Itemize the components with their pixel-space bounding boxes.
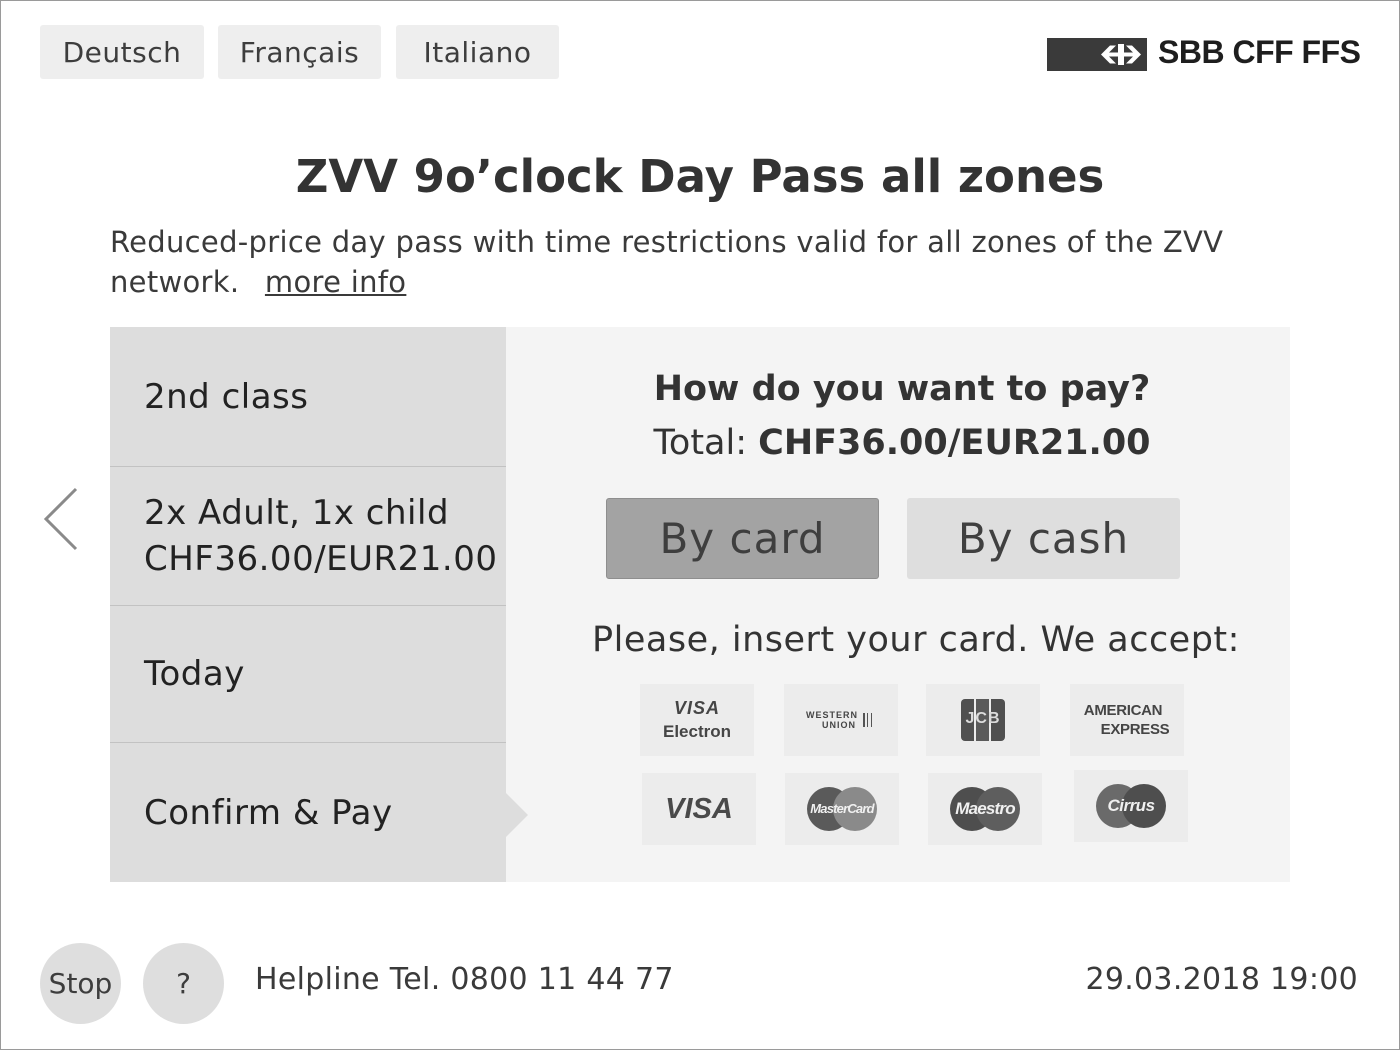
active-step-pointer [506, 793, 528, 837]
ticket-description: Reduced-price day pass with time restric… [110, 222, 1290, 302]
sbb-logo-text: SBB CFF FFS [1158, 34, 1361, 70]
visa-electron-logo-top: VISA [673, 698, 720, 718]
cirrus-logo-text: Cirrus [1107, 796, 1155, 815]
american-express-logo: AMERICAN EXPRESS [1070, 684, 1184, 756]
visa-electron-logo-bottom: Electron [662, 722, 732, 741]
payment-total-value: CHF36.00/EUR21.00 [758, 423, 1151, 463]
western-union-logo: WESTERN UNION [784, 684, 898, 756]
western-union-logo-top: WESTERN [806, 710, 858, 720]
language-button-deutsch[interactable]: Deutsch [40, 25, 204, 79]
maestro-logo-text: Maestro [955, 799, 1015, 818]
step-confirm-label: Confirm & Pay [144, 792, 393, 833]
date-time: 29.03.2018 19:00 [1085, 962, 1358, 997]
jcb-logo-text: JCB [965, 710, 1001, 727]
mastercard-logo: MasterCard [785, 773, 899, 845]
language-button-italiano[interactable]: Italiano [396, 25, 559, 79]
step-class-label: 2nd class [144, 376, 309, 417]
payment-total-label: Total: [653, 423, 748, 463]
mastercard-logo-text: MasterCard [810, 801, 874, 816]
maestro-logo: Maestro [928, 773, 1042, 845]
visa-logo-text: VISA [665, 792, 733, 825]
step-date-label: Today [144, 654, 245, 694]
amex-logo-bottom: EXPRESS [1100, 721, 1170, 738]
sbb-logo-icon [1047, 38, 1147, 71]
ticket-title: ZVV 9o’clock Day Pass all zones [295, 150, 1105, 203]
payment-question: How do you want to pay? [653, 369, 1151, 409]
cirrus-logo: Cirrus [1074, 770, 1188, 842]
step-passengers[interactable]: 2x Adult, 1x child CHF36.00/EUR21.00 [110, 467, 506, 605]
helpline-text: Helpline Tel. 0800 11 44 77 [255, 962, 674, 997]
insert-card-instruction: Please, insert your card. We accept: [592, 620, 1240, 660]
step-passengers-label: 2x Adult, 1x child [144, 493, 450, 533]
step-date[interactable]: Today [110, 606, 506, 742]
western-union-logo-bottom: UNION [822, 720, 856, 730]
step-price-label: CHF36.00/EUR21.00 [144, 539, 498, 579]
amex-logo-top: AMERICAN [1083, 702, 1163, 719]
purchase-steps: 2nd class 2x Adult, 1x child CHF36.00/EU… [110, 327, 506, 882]
payment-panel: How do you want to pay? Total: CHF36.00/… [506, 327, 1290, 882]
help-button[interactable]: ? [143, 943, 224, 1024]
pay-by-card-button[interactable]: By card [606, 498, 879, 579]
western-union-bars-icon [863, 713, 872, 727]
more-info-link[interactable]: more info [265, 265, 406, 299]
jcb-logo: JCB [926, 684, 1040, 756]
step-class[interactable]: 2nd class [110, 327, 506, 466]
visa-logo: VISA [642, 773, 756, 845]
payment-total: Total: CHF36.00/EUR21.00 [506, 423, 1298, 463]
stop-button[interactable]: Stop [40, 943, 121, 1024]
step-confirm-pay[interactable]: Confirm & Pay [110, 743, 506, 882]
pay-by-cash-button[interactable]: By cash [907, 498, 1180, 579]
back-chevron-icon[interactable] [42, 486, 82, 556]
language-button-francais[interactable]: Français [218, 25, 381, 79]
visa-electron-logo: VISA Electron [640, 684, 754, 756]
